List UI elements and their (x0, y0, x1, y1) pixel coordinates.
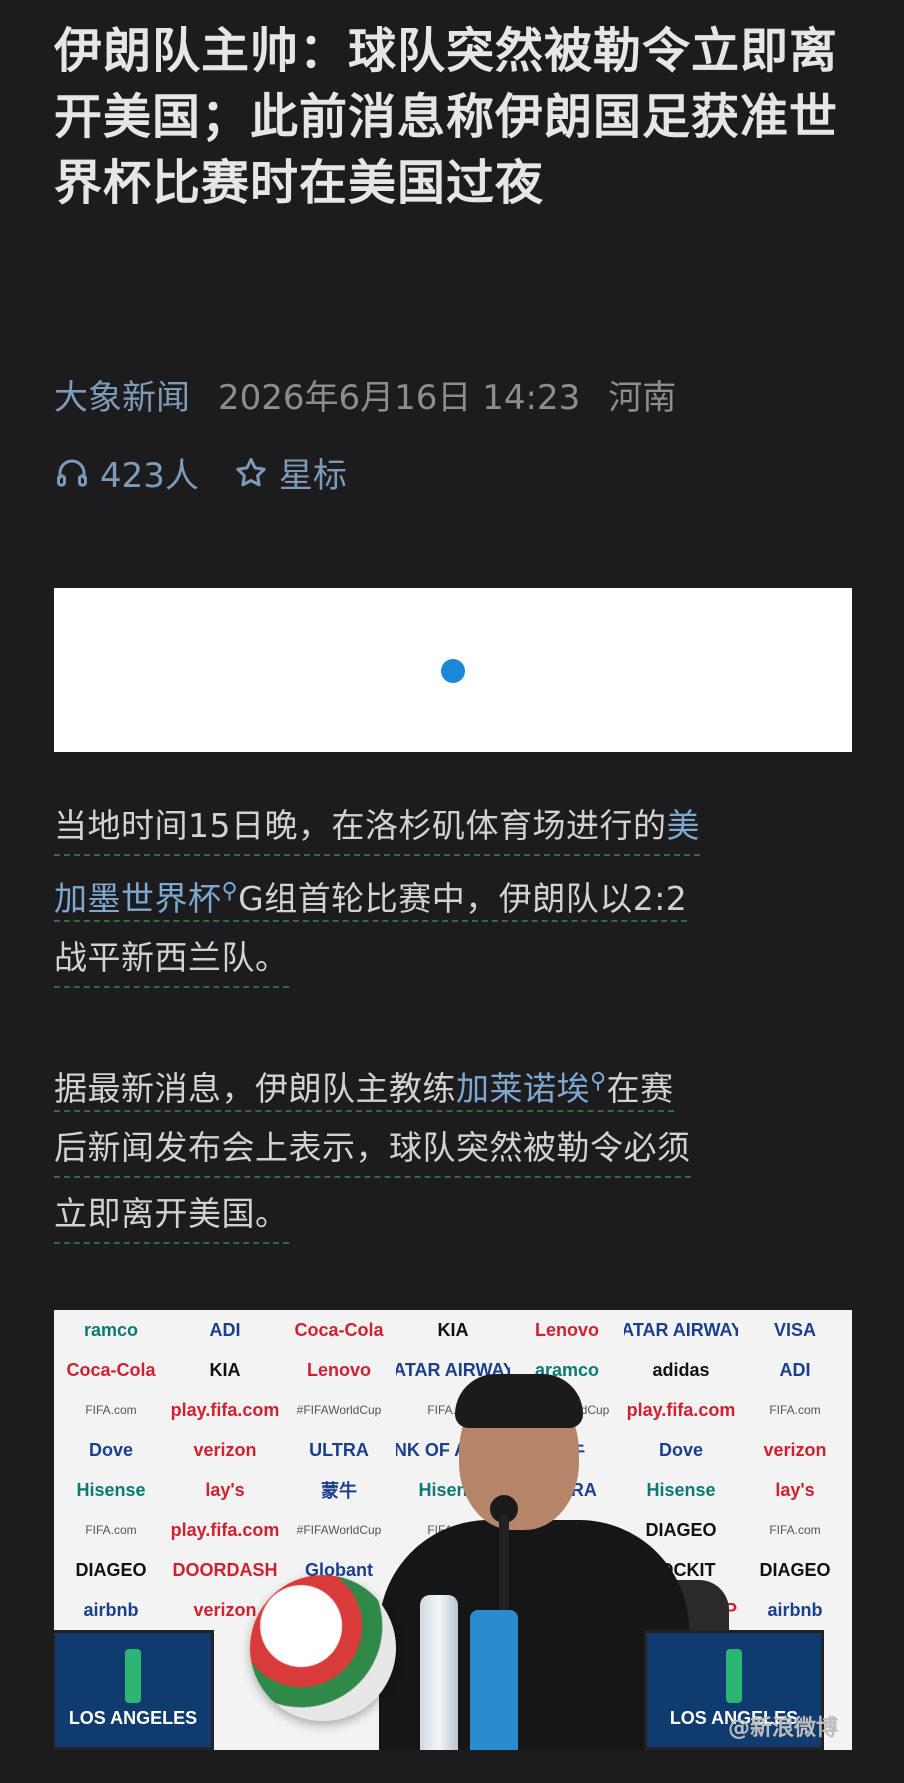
sponsor-logo: FIFA.com (769, 1403, 821, 1417)
sponsor-logo: Coca-Cola (66, 1359, 156, 1380)
water-bottle (420, 1595, 458, 1750)
listener-count: 423人 (100, 456, 199, 496)
sponsor-logo: #FIFAWorldCup (296, 1403, 382, 1417)
text-span: 立即离开美国。 (54, 1194, 289, 1233)
sponsor-logo: Dove (88, 1439, 133, 1460)
monitor-left: LOS ANGELES (54, 1630, 214, 1750)
source-name[interactable]: 大象新闻 (54, 370, 190, 419)
sponsor-logo: KIA (437, 1319, 469, 1340)
keyword-link-world-cup[interactable]: 美 (667, 806, 701, 845)
sponsor-logo: Lenovo (306, 1359, 371, 1380)
coach-hair (455, 1374, 583, 1428)
paragraph-line: 据最新消息，伊朗队主教练加莱诺埃⚲在赛 (54, 1050, 674, 1112)
fifa-trophy-icon (726, 1649, 742, 1703)
video-player[interactable] (54, 588, 852, 752)
paragraph-1: 当地时间15日晚，在洛杉矶体育场进行的美 加墨世界杯⚲G组首轮比赛中，伊朗队以2… (54, 794, 854, 992)
sponsor-logo: Lenovo (534, 1319, 599, 1340)
publish-location: 河南 (608, 378, 677, 418)
keyword-link-world-cup[interactable]: 加墨世界杯 (54, 879, 222, 918)
text-span: 据最新消息，伊朗队主教练 (54, 1069, 456, 1108)
paragraph-line: 战平新西兰队。 (54, 926, 289, 988)
text-span: 战平新西兰队。 (54, 938, 289, 977)
article-stats: 423人 星标 (54, 448, 347, 497)
sponsor-logo: verizon (193, 1439, 257, 1460)
sponsor-logo: airbnb (83, 1599, 139, 1620)
search-icon[interactable]: ⚲ (222, 879, 239, 904)
sponsor-logo: Hisense (76, 1479, 146, 1500)
sponsor-logo: lay's (775, 1479, 815, 1500)
press-conference-photo[interactable]: ramco ADI Coca-Cola KIA Lenovo QATAR AIRWAYS V… (54, 1310, 852, 1750)
sponsor-logo: FIFA.com (85, 1403, 137, 1417)
headphones-icon (57, 459, 87, 486)
sports-drink-bottle (470, 1610, 518, 1750)
publish-datetime: 2026年6月16日 14:23 (218, 378, 581, 418)
sponsor-logo: QATAR AIRWAYS (624, 1319, 738, 1340)
sponsor-logo: DIAGEO (759, 1559, 831, 1580)
paragraph-2: 据最新消息，伊朗队主教练加莱诺埃⚲在赛 后新闻发布会上表示，球队突然被勒令必须 … (54, 1050, 854, 1248)
sponsor-logo: #FIFAWorldCup (296, 1523, 382, 1537)
sponsor-logo: FIFA.com (769, 1523, 821, 1537)
sponsor-logo: ULTRA (309, 1439, 369, 1460)
sponsor-logo: play.fifa.com (170, 1519, 280, 1540)
sponsor-logo: KIA (209, 1359, 241, 1380)
article-meta: 大象新闻 2026年6月16日 14:23 河南 (54, 370, 676, 419)
paragraph-line: 加墨世界杯⚲G组首轮比赛中，伊朗队以2:2 (54, 860, 688, 922)
star-button[interactable]: 星标 (233, 448, 347, 497)
article-title: 伊朗队主帅：球队突然被勒令立即离开美国；此前消息称伊朗国足获准世界杯比赛时在美国… (54, 23, 839, 211)
sponsor-logo: ramco (83, 1319, 139, 1340)
text-span: 当地时间15日晚，在洛杉矶体育场进行的 (54, 806, 667, 845)
paragraph-line: 立即离开美国。 (54, 1182, 289, 1244)
sponsor-logo: DOORDASH (172, 1559, 278, 1580)
sponsor-logo: play.fifa.com (170, 1399, 280, 1420)
listen-button[interactable]: 423人 (54, 448, 199, 497)
soccer-ball (250, 1575, 396, 1721)
sponsor-logo: ADI (209, 1319, 241, 1340)
search-icon[interactable]: ⚲ (590, 1069, 607, 1094)
sponsor-logo: Coca-Cola (294, 1319, 384, 1340)
loading-indicator (441, 659, 465, 683)
sponsor-logo: airbnb (767, 1599, 823, 1620)
sponsor-logo: FIFA.com (85, 1523, 137, 1537)
sponsor-logo: ADI (779, 1359, 811, 1380)
fifa-trophy-icon (125, 1649, 141, 1703)
weibo-watermark: @新浪微博 (727, 1716, 838, 1741)
star-label: 星标 (278, 456, 347, 496)
star-icon (236, 457, 266, 486)
sponsor-logo: 蒙牛 (321, 1481, 357, 1501)
paragraph-line: 当地时间15日晚，在洛杉矶体育场进行的美 (54, 794, 700, 856)
text-span: 在赛 (606, 1069, 674, 1108)
sponsor-logo: VISA (773, 1319, 816, 1340)
monitor-left-label: LOS ANGELES (68, 1708, 198, 1728)
text-span: G组首轮比赛中，伊朗队以2:2 (238, 879, 688, 918)
keyword-link-coach[interactable]: 加莱诺埃 (456, 1069, 590, 1108)
sponsor-logo: verizon (763, 1439, 827, 1460)
sponsor-logo: DIAGEO (75, 1559, 147, 1580)
paragraph-line: 后新闻发布会上表示，球队突然被勒令必须 (54, 1116, 691, 1178)
text-span: 后新闻发布会上表示，球队突然被勒令必须 (54, 1128, 691, 1167)
sponsor-logo: lay's (205, 1479, 245, 1500)
